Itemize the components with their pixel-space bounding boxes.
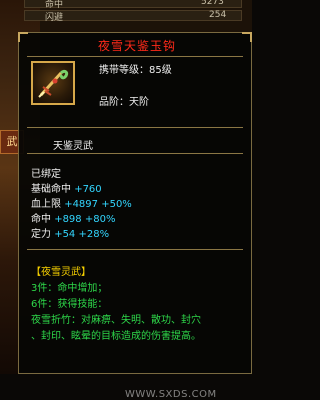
category-divider xyxy=(27,153,243,154)
icon-divider xyxy=(27,127,243,128)
bound-status: 已绑定 xyxy=(31,169,61,180)
jade-hook-weapon-icon xyxy=(38,69,69,98)
item-tooltip: 夜雪天鉴玉钩 携带等级：85级 品阶：天阶 天鉴灵武 已绑定 基础命中 +760… xyxy=(18,32,252,400)
background-stat-label: 命中 xyxy=(45,0,64,10)
carry-level-line: 携带等级：85级 xyxy=(99,61,172,76)
stat-name: 命中 xyxy=(31,214,51,225)
stat-row: 命中 +898 +80% xyxy=(31,212,132,227)
stat-name: 定力 xyxy=(31,229,51,240)
item-category: 天鉴灵武 xyxy=(53,141,93,152)
set-piece-6: 6件：获得技能： xyxy=(31,299,108,310)
carry-level-value: 85级 xyxy=(149,65,172,76)
background-stat-row-hit: 命中 5273 xyxy=(24,0,242,10)
set-skill-line: 、封印、眩晕的目标造成的伤害提高。 xyxy=(31,331,201,342)
set-skill-line: 夜雪折竹：对麻痹、失明、散功、封穴 xyxy=(31,315,201,326)
item-stats: 已绑定 基础命中 +760 血上限 +4897 +50% 命中 +898 +80… xyxy=(31,167,132,242)
stat-name: 基础命中 xyxy=(31,184,71,195)
background-stat-row-dodge: 闪避 254 xyxy=(24,10,242,23)
stat-bonus: +50% xyxy=(101,199,132,210)
stats-divider xyxy=(27,249,243,250)
stat-value: +54 xyxy=(54,229,76,240)
item-icon-slot[interactable] xyxy=(31,61,75,105)
carry-level-label: 携带等级： xyxy=(99,65,149,76)
title-divider xyxy=(27,56,243,57)
quality-label: 品阶： xyxy=(99,97,129,108)
stat-bonus: +80% xyxy=(84,214,116,225)
item-title: 夜雪天鉴玉钩 xyxy=(97,39,176,53)
stat-value: +4897 xyxy=(64,199,99,210)
stat-row: 基础命中 +760 xyxy=(31,182,132,197)
stat-name: 血上限 xyxy=(31,199,61,210)
quality-value: 天阶 xyxy=(129,97,149,108)
tooltip-corner-ornament xyxy=(18,32,28,42)
stat-bonus: +28% xyxy=(78,229,110,240)
background-stat-value: 5273 xyxy=(201,0,224,7)
site-watermark: WWW.SXDS.COM xyxy=(125,389,217,400)
tooltip-corner-ornament xyxy=(242,32,252,42)
background-stat-value: 254 xyxy=(209,10,227,20)
quality-line: 品阶：天阶 xyxy=(99,93,149,108)
stat-row: 血上限 +4897 +50% xyxy=(31,197,132,212)
stat-row: 定力 +54 +28% xyxy=(31,227,132,242)
set-piece-3: 3件：命中增加； xyxy=(31,283,108,294)
stat-value: +898 xyxy=(54,214,82,225)
background-stat-label: 闪避 xyxy=(45,13,64,23)
stat-value: +760 xyxy=(74,184,102,195)
set-bonus: 【夜雪灵武】 3件：命中增加； 6件：获得技能： 夜雪折竹：对麻痹、失明、散功、… xyxy=(31,265,201,345)
set-name: 【夜雪灵武】 xyxy=(31,267,91,278)
